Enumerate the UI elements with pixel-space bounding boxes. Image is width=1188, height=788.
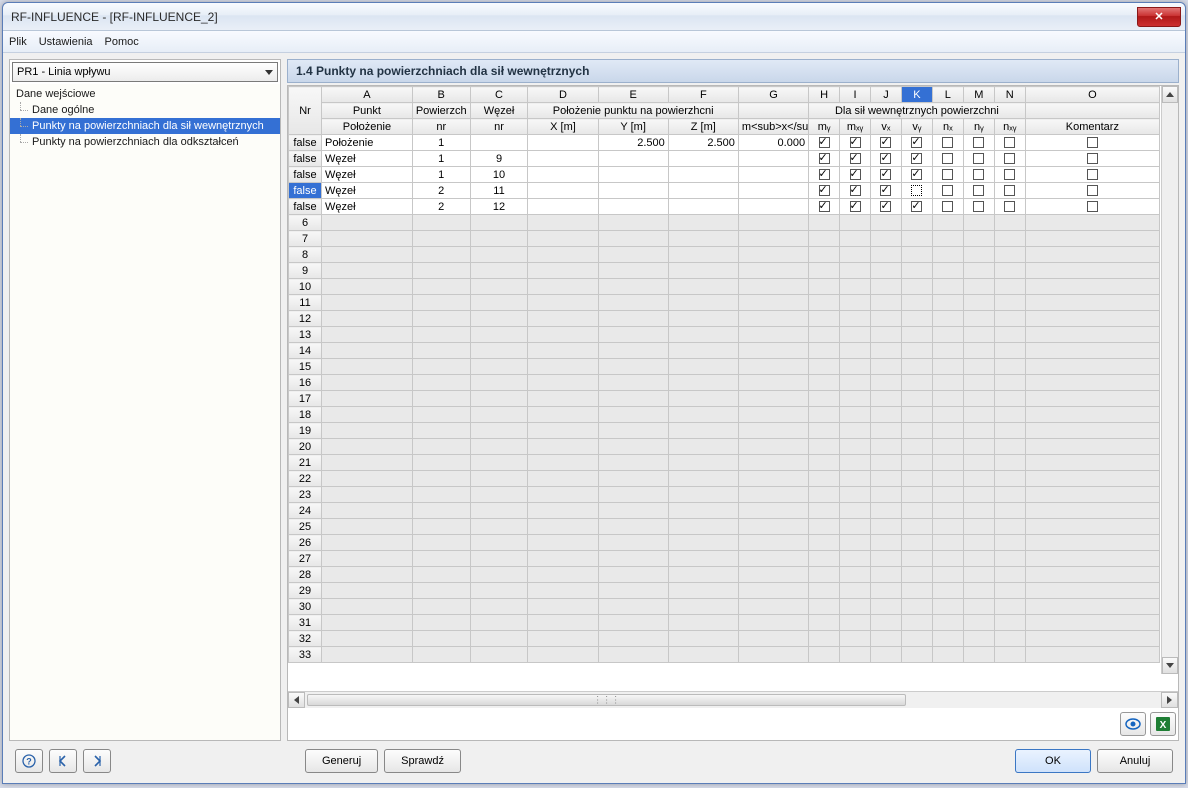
checkbox[interactable] [1087, 201, 1098, 212]
scroll-down-icon[interactable] [1162, 657, 1178, 674]
checkbox[interactable] [880, 153, 891, 164]
prev-button[interactable] [49, 749, 77, 773]
generate-button[interactable]: Generuj [305, 749, 378, 773]
checkbox[interactable] [1004, 201, 1015, 212]
title-bar: RF-INFLUENCE - [RF-INFLUENCE_2] ✕ [3, 3, 1185, 31]
checkbox[interactable] [819, 201, 830, 212]
horizontal-scrollbar[interactable]: ⋮⋮⋮ [288, 691, 1178, 708]
checkbox[interactable] [1087, 153, 1098, 164]
checkbox[interactable] [819, 137, 830, 148]
scroll-left-icon[interactable] [288, 692, 305, 708]
data-grid: NrABCDEFGHIJKLMNOPunktPowierzchWęzełPoło… [287, 85, 1179, 741]
checkbox[interactable] [942, 185, 953, 196]
excel-icon[interactable]: X [1150, 712, 1176, 736]
case-combo[interactable]: PR1 - Linia wpływu [12, 62, 278, 82]
chevron-down-icon [265, 70, 273, 75]
checkbox[interactable] [819, 185, 830, 196]
bottom-bar: ? Generuj Sprawdź OK Anuluj [9, 741, 1179, 777]
checkbox[interactable] [942, 137, 953, 148]
checkbox[interactable] [973, 169, 984, 180]
ok-button[interactable]: OK [1015, 749, 1091, 773]
checkbox[interactable] [819, 169, 830, 180]
scroll-right-icon[interactable] [1161, 692, 1178, 708]
checkbox[interactable] [1004, 185, 1015, 196]
checkbox[interactable] [911, 201, 922, 212]
checkbox[interactable] [850, 169, 861, 180]
checkbox[interactable] [1087, 169, 1098, 180]
vertical-scrollbar[interactable] [1161, 86, 1178, 674]
checkbox[interactable] [973, 153, 984, 164]
nav-tree: Dane wejściowe Dane ogólnePunkty na powi… [10, 84, 280, 740]
checkbox[interactable] [880, 185, 891, 196]
tree-root[interactable]: Dane wejściowe [10, 86, 280, 102]
checkbox[interactable] [850, 201, 861, 212]
checkbox[interactable] [911, 137, 922, 148]
checkbox[interactable] [942, 201, 953, 212]
checkbox[interactable] [850, 153, 861, 164]
left-panel: PR1 - Linia wpływu Dane wejściowe Dane o… [9, 59, 281, 741]
close-button[interactable]: ✕ [1137, 7, 1181, 27]
next-button[interactable] [83, 749, 111, 773]
checkbox[interactable] [911, 169, 922, 180]
section-title: 1.4 Punkty na powierzchniach dla sił wew… [287, 59, 1179, 83]
tree-item[interactable]: Punkty na powierzchniach dla sił wewnętr… [10, 118, 280, 134]
checkbox[interactable] [973, 185, 984, 196]
checkbox[interactable] [911, 153, 922, 164]
checkbox[interactable] [1087, 185, 1098, 196]
help-button[interactable]: ? [15, 749, 43, 773]
cancel-button[interactable]: Anuluj [1097, 749, 1173, 773]
svg-text:X: X [1160, 720, 1167, 731]
menu-file[interactable]: Plik [9, 36, 27, 48]
checkbox[interactable] [1004, 153, 1015, 164]
combo-selected: PR1 - Linia wpływu [17, 66, 111, 78]
checkbox[interactable] [1087, 137, 1098, 148]
checkbox[interactable] [850, 185, 861, 196]
tree-item[interactable]: Punkty na powierzchniach dla odkształceń [10, 134, 280, 150]
menu-help[interactable]: Pomoc [105, 36, 139, 48]
tree-item[interactable]: Dane ogólne [10, 102, 280, 118]
scroll-up-icon[interactable] [1162, 86, 1178, 103]
checkbox[interactable] [880, 169, 891, 180]
view-icon[interactable] [1120, 712, 1146, 736]
checkbox[interactable] [942, 153, 953, 164]
checkbox[interactable] [880, 201, 891, 212]
checkbox[interactable] [850, 137, 861, 148]
checkbox[interactable] [942, 169, 953, 180]
checkbox[interactable] [1004, 137, 1015, 148]
menu-settings[interactable]: Ustawienia [39, 36, 93, 48]
checkbox[interactable] [911, 185, 922, 196]
checkbox[interactable] [1004, 169, 1015, 180]
svg-text:?: ? [26, 757, 32, 767]
window-title: RF-INFLUENCE - [RF-INFLUENCE_2] [11, 10, 218, 24]
check-button[interactable]: Sprawdź [384, 749, 461, 773]
menu-bar: Plik Ustawienia Pomoc [3, 31, 1185, 53]
checkbox[interactable] [973, 201, 984, 212]
checkbox[interactable] [973, 137, 984, 148]
checkbox[interactable] [880, 137, 891, 148]
checkbox[interactable] [819, 153, 830, 164]
